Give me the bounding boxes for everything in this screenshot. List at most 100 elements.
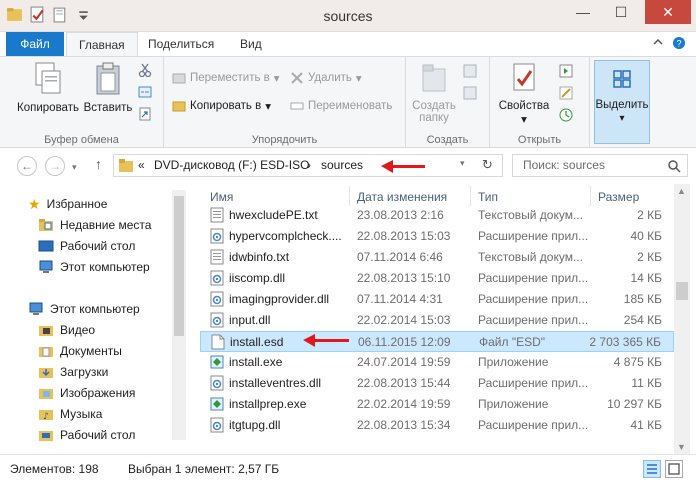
rename-button[interactable]: Переименовать — [290, 99, 392, 113]
nav-images[interactable]: Изображения — [38, 383, 135, 403]
file-date: 07.11.2014 4:31 — [357, 292, 443, 306]
file-row[interactable]: idwbinfo.txt 07.11.2014 6:46 Текстовый док… — [200, 247, 674, 268]
move-to-button[interactable]: Переместить в ▾ — [172, 71, 280, 85]
details-view-button[interactable] — [643, 460, 661, 478]
breadcrumb-separator[interactable]: › — [307, 158, 311, 172]
file-size: 2 КБ — [637, 250, 662, 264]
edit-icon[interactable] — [558, 85, 574, 101]
nav-recent-places[interactable]: Недавние места — [38, 215, 151, 235]
new-item-icon[interactable] — [462, 63, 478, 79]
copy-path-icon[interactable] — [138, 85, 152, 99]
tab-file[interactable]: Файл — [6, 32, 64, 56]
refresh-icon[interactable]: ↻ — [482, 157, 493, 173]
tab-home[interactable]: Главная — [66, 32, 138, 57]
copy-button[interactable]: Копировать — [14, 61, 82, 114]
tab-share[interactable]: Поделиться — [136, 32, 226, 56]
open-icon[interactable] — [558, 63, 574, 79]
file-row[interactable]: hypervcomplcheck.... 22.08.2013 15:03 Расш… — [200, 226, 674, 247]
column-separator[interactable] — [470, 186, 471, 206]
address-bar[interactable]: « DVD-дисковод (F:) ESD-ISO › sources ▾ … — [113, 154, 503, 177]
file-list-scrollbar[interactable]: ▲ ▼ — [674, 184, 690, 454]
file-row[interactable]: installprep.exe 22.02.2014 19:59 Приложени… — [200, 394, 674, 415]
scroll-up-icon[interactable]: ▲ — [677, 186, 686, 196]
nav-label: Документы — [60, 344, 122, 358]
paste-button[interactable]: Вставить — [82, 61, 134, 114]
nav-music[interactable]: ♪ Музыка — [38, 404, 102, 424]
collapse-ribbon-icon[interactable] — [652, 36, 664, 48]
column-separator[interactable] — [349, 186, 350, 206]
breadcrumb-sources[interactable]: sources — [321, 158, 363, 172]
file-type: Расширение прил... — [478, 271, 589, 285]
copy-label: Копировать — [17, 102, 79, 114]
file-row[interactable]: install.esd 06.11.2015 12:09 Файл "ESD" 2 7… — [200, 331, 674, 352]
file-row[interactable]: installeventres.dll 22.08.2013 15:44 Расши… — [200, 373, 674, 394]
forward-button[interactable]: → — [45, 156, 65, 176]
documents-folder-icon — [39, 347, 53, 357]
scroll-down-icon[interactable]: ▼ — [677, 442, 686, 452]
copy-to-button[interactable]: Копировать в ▾ — [172, 99, 271, 113]
file-size: 4 875 КБ — [613, 355, 662, 369]
column-separator[interactable] — [590, 186, 591, 206]
nav-video[interactable]: Видео — [38, 320, 95, 340]
file-type: Расширение прил... — [478, 313, 589, 327]
nav-desktop-2[interactable]: Рабочий стол — [38, 425, 135, 445]
nav-scrollbar-thumb[interactable] — [174, 196, 184, 336]
dropdown-arrow-icon: ▾ — [619, 113, 625, 124]
file-size: 185 КБ — [623, 292, 662, 306]
dropdown-arrow-icon: ▾ — [355, 73, 362, 85]
close-button[interactable]: ✕ — [645, 0, 691, 24]
easy-access-icon[interactable] — [462, 85, 478, 101]
select-button[interactable]: Выделить ▾ — [594, 60, 650, 144]
breadcrumb-drive[interactable]: DVD-дисковод (F:) ESD-ISO — [154, 158, 309, 172]
new-folder-icon — [422, 64, 446, 92]
delete-label: Удалить — [308, 72, 352, 84]
maximize-button[interactable]: ☐ — [606, 0, 636, 24]
cut-icon[interactable] — [138, 63, 152, 77]
file-list-scrollbar-thumb[interactable] — [676, 282, 688, 300]
dropdown-arrow-icon: ▾ — [265, 101, 272, 113]
file-name: install.esd — [230, 335, 284, 349]
dropdown-arrow-icon: ▾ — [521, 114, 527, 126]
tab-view[interactable]: Вид — [228, 32, 274, 56]
delete-button[interactable]: Удалить ▾ — [290, 71, 362, 85]
back-button[interactable]: ← — [17, 156, 37, 176]
file-row[interactable]: input.dll 22.02.2014 15:03 Расширение прил… — [200, 310, 674, 331]
file-row[interactable]: imagingprovider.dll 07.11.2014 4:31 Расшир… — [200, 289, 674, 310]
select-label: Выделить — [595, 99, 649, 111]
properties-button[interactable]: Свойства ▾ — [496, 61, 552, 126]
help-icon[interactable]: ? — [672, 36, 686, 50]
file-row[interactable]: install.exe 24.07.2014 19:59 Приложение 4 8… — [200, 352, 674, 373]
search-input[interactable]: Поиск: sources — [512, 154, 688, 177]
nav-this-pc[interactable]: Этот компьютер — [28, 299, 140, 319]
nav-favorites[interactable]: ★ Избранное — [28, 194, 107, 214]
recent-locations-icon[interactable]: ▾ — [72, 162, 77, 173]
nav-desktop[interactable]: Рабочий стол — [38, 236, 135, 256]
paste-icon — [96, 62, 120, 95]
item-count: Элементов: 198 — [10, 462, 99, 476]
video-folder-icon — [39, 326, 53, 336]
new-folder-label-line1: Создать — [412, 100, 456, 112]
nav-label: Недавние места — [60, 218, 152, 232]
minimize-button[interactable]: — — [568, 0, 598, 24]
breadcrumb-chevron[interactable]: « — [138, 158, 145, 172]
address-dropdown-icon[interactable]: ▾ — [460, 158, 465, 169]
large-icons-view-button[interactable] — [665, 460, 683, 478]
file-row[interactable]: iiscomp.dll 22.08.2013 15:10 Расширение пр… — [200, 268, 674, 289]
nav-label: Рабочий стол — [60, 428, 136, 442]
file-row[interactable]: hwexcludePE.txt 23.08.2013 2:16 Текстовый … — [200, 205, 674, 226]
nav-documents[interactable]: Документы — [38, 341, 122, 361]
up-button[interactable]: ↑ — [95, 156, 102, 172]
file-name: itgtupg.dll — [229, 418, 281, 432]
large-icons-view-icon — [668, 463, 680, 475]
nav-downloads[interactable]: Загрузки — [38, 362, 108, 382]
nav-this-pc-favorite[interactable]: Этот компьютер — [38, 257, 150, 277]
search-icon[interactable] — [667, 159, 681, 173]
history-icon[interactable] — [558, 107, 574, 123]
search-placeholder: Поиск: sources — [523, 158, 605, 172]
paste-shortcut-icon[interactable] — [138, 107, 152, 121]
file-row[interactable]: itgtupg.dll 22.08.2013 15:34 Расширение пр… — [200, 415, 674, 436]
status-bar: Элементов: 198 Выбран 1 элемент: 2,57 ГБ — [0, 454, 696, 483]
new-folder-button[interactable]: Создать папку — [410, 61, 458, 124]
ribbon: Копировать Вставить Буфер обмена Перемес… — [0, 56, 696, 149]
delete-icon — [291, 72, 303, 84]
